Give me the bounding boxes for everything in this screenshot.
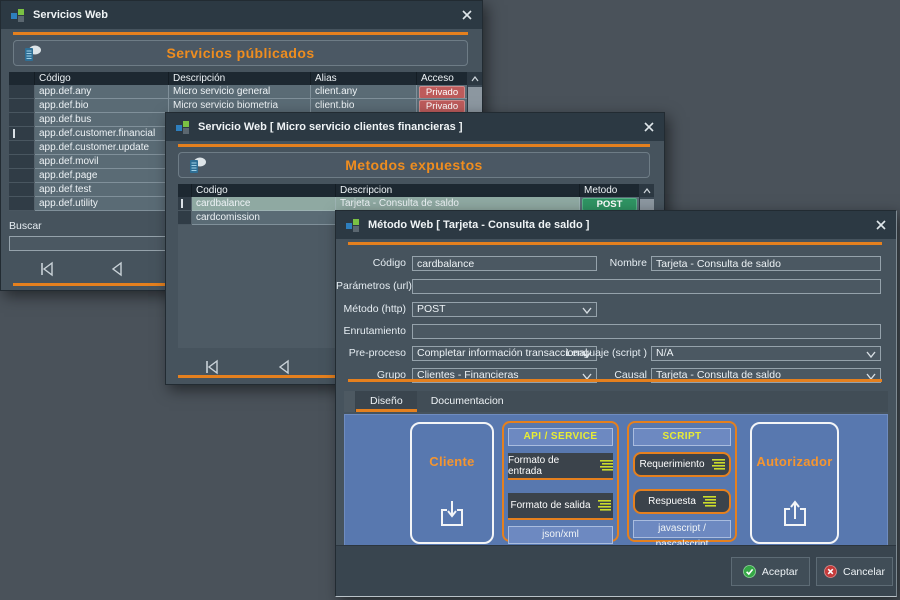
authorizer-node[interactable]: Autorizador	[750, 422, 839, 544]
accent-rule	[13, 32, 468, 35]
nav-first-button[interactable]	[199, 357, 225, 377]
panel-title: Servicios públicados	[14, 45, 467, 61]
titlebar-metodo[interactable]: Método Web [ Tarjeta - Consulta de saldo…	[336, 211, 896, 239]
upload-icon	[752, 496, 837, 530]
input-format-label: Formato de entrada	[508, 455, 593, 477]
window-metodo-web: Método Web [ Tarjeta - Consulta de saldo…	[335, 210, 897, 597]
api-service-title: API / SERVICE	[508, 428, 613, 446]
col-header-acceso[interactable]: Acceso	[417, 72, 468, 85]
chevron-down-icon	[866, 351, 876, 358]
nav-previous-button[interactable]	[271, 357, 297, 377]
col-header-codigo[interactable]: Código	[35, 72, 169, 85]
api-service-group: API / SERVICE Formato de entrada Formato…	[502, 421, 619, 542]
tab-corner	[344, 391, 356, 412]
request-script-button[interactable]: Requerimiento	[633, 452, 731, 477]
accent-rule	[178, 144, 650, 147]
tab-diseno[interactable]: Diseño	[356, 391, 417, 412]
codigo-label: Código	[336, 256, 406, 271]
published-services-header: Servicios públicados	[13, 40, 468, 66]
tab-documentacion[interactable]: Documentacion	[417, 391, 518, 412]
tab-bar: Diseño Documentacion	[344, 391, 888, 412]
bottom-bar: Aceptar Cancelar	[336, 545, 896, 596]
accept-label: Aceptar	[762, 566, 798, 578]
accent-rule	[348, 242, 882, 245]
client-node[interactable]: Cliente	[410, 422, 494, 544]
authorizer-label: Autorizador	[752, 454, 837, 469]
accent-rule-mid	[348, 379, 882, 382]
window-title: Servicios Web	[33, 9, 108, 21]
input-format-button[interactable]: Formato de entrada	[508, 453, 613, 480]
titlebar-servicio[interactable]: Servicio Web [ Micro servicio clientes f…	[166, 113, 664, 141]
list-lines-icon	[712, 459, 725, 470]
status-badge: Privado	[419, 86, 465, 99]
client-label: Cliente	[412, 454, 492, 469]
preproceso-label: Pre-proceso	[336, 346, 406, 361]
nombre-label: Nombre	[576, 256, 647, 271]
cloud-server-icon	[22, 44, 42, 62]
lenguaje-label: Lenguaje (script )	[556, 346, 647, 361]
search-label: Buscar	[9, 219, 42, 234]
parametros-label: Parámetros (url)	[336, 279, 406, 294]
x-ball-icon	[824, 565, 837, 578]
script-group: SCRIPT Requerimiento Respuesta javascrip…	[627, 421, 737, 542]
lenguaje-select[interactable]: N/A	[651, 346, 881, 361]
app-logo-icon	[176, 121, 190, 134]
scroll-up-icon[interactable]	[468, 72, 482, 85]
col-header-metodo[interactable]: Metodo	[580, 184, 640, 197]
check-ball-icon	[743, 565, 756, 578]
close-icon[interactable]	[644, 122, 654, 132]
cancel-button[interactable]: Cancelar	[816, 557, 893, 586]
chevron-down-icon	[582, 307, 592, 314]
window-title: Servicio Web [ Micro servicio clientes f…	[198, 121, 463, 133]
scroll-up-icon[interactable]	[640, 184, 654, 197]
row-cursor-icon	[13, 129, 15, 138]
parametros-field[interactable]	[412, 279, 881, 294]
output-format-label: Formato de salida	[510, 500, 590, 511]
download-icon	[412, 496, 492, 530]
table-row[interactable]: app.def.bio Micro servicio biometria cli…	[9, 99, 482, 113]
col-header-alias[interactable]: Alias	[311, 72, 417, 85]
cloud-server-icon	[187, 156, 207, 174]
script-language-footer: javascript / pascalscript	[633, 520, 731, 538]
nombre-field[interactable]	[651, 256, 881, 271]
table-row[interactable]: app.def.any Micro servicio general clien…	[9, 85, 482, 99]
table-row-selected[interactable]: cardbalance Tarjeta - Consulta de saldo …	[178, 197, 654, 211]
app-logo-icon	[11, 9, 25, 22]
enrutamiento-label: Enrutamiento	[336, 324, 406, 339]
row-cursor-icon	[181, 199, 183, 208]
nav-previous-button[interactable]	[104, 259, 130, 279]
codigo-field[interactable]	[412, 256, 597, 271]
nav-first-button[interactable]	[34, 259, 60, 279]
methods-table-header: Codigo Descripcion Metodo	[178, 184, 654, 197]
list-lines-icon	[598, 500, 611, 511]
metodo-http-label: Método (http)	[336, 302, 406, 317]
exposed-methods-header: Metodos expuestos	[178, 152, 650, 178]
script-title: SCRIPT	[633, 428, 731, 446]
list-lines-icon	[600, 460, 613, 471]
cancel-label: Cancelar	[843, 566, 885, 578]
scrollbar-thumb[interactable]	[468, 87, 482, 113]
col-header-descripcion[interactable]: Descripcion	[336, 184, 580, 197]
output-format-button[interactable]: Formato de salida	[508, 493, 613, 520]
enrutamiento-field[interactable]	[412, 324, 881, 339]
panel-title: Metodos expuestos	[179, 157, 649, 173]
close-icon[interactable]	[462, 10, 472, 20]
col-header-descripcion[interactable]: Descripción	[169, 72, 311, 85]
services-table-header: Código Descripción Alias Acceso	[9, 72, 482, 85]
metodo-http-value: POST	[417, 303, 446, 315]
accept-button[interactable]: Aceptar	[731, 557, 810, 586]
app-logo-icon	[346, 219, 360, 232]
list-lines-icon	[703, 496, 716, 507]
api-format-footer: json/xml	[508, 526, 613, 544]
window-title: Método Web [ Tarjeta - Consulta de saldo…	[368, 219, 589, 231]
lenguaje-value: N/A	[656, 347, 674, 359]
titlebar-servicios[interactable]: Servicios Web	[1, 1, 482, 29]
col-header-codigo[interactable]: Codigo	[192, 184, 336, 197]
request-script-label: Requerimiento	[639, 459, 704, 470]
response-script-label: Respuesta	[648, 496, 696, 507]
close-icon[interactable]	[876, 220, 886, 230]
metodo-http-select[interactable]: POST	[412, 302, 597, 317]
response-script-button[interactable]: Respuesta	[633, 489, 731, 514]
design-canvas: Cliente API / SERVICE Formato de entrada…	[344, 414, 888, 548]
